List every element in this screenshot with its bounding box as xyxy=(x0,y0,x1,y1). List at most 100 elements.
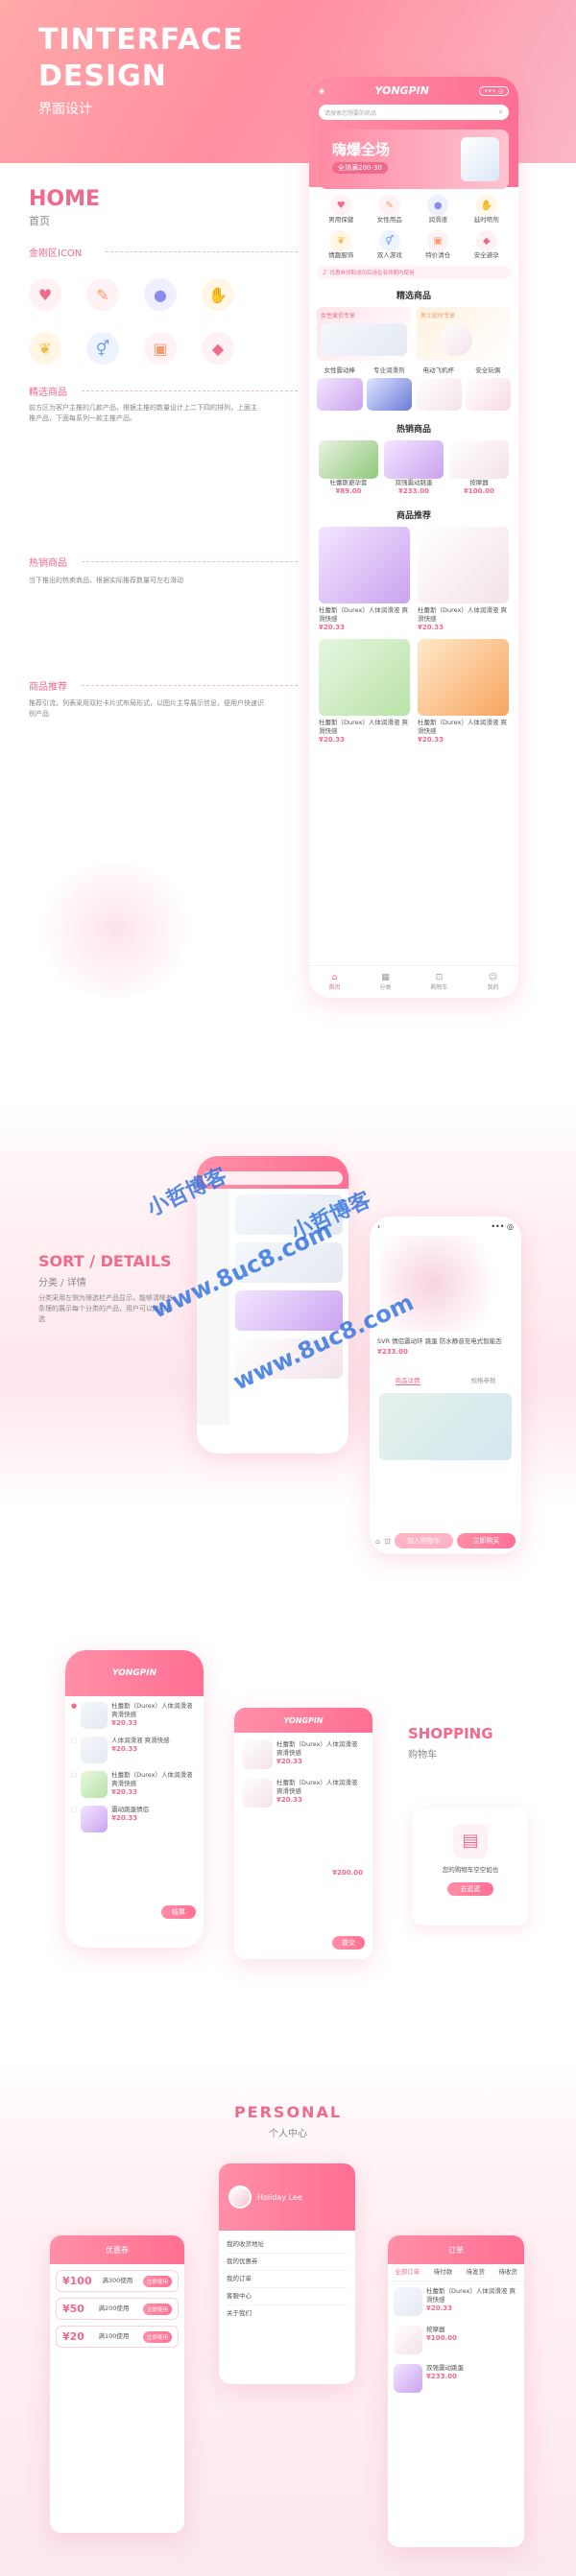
coupon-card[interactable]: ¥100 满300使用 立即使用 xyxy=(56,2270,179,2292)
banner[interactable]: 嗨爆全场 全场满200-30 xyxy=(319,130,509,189)
category-grid: ♥ 男用保健 ✎ 女性用品 ● 润滑液 ✋ 延时喷剂 ❦ 情趣服饰 ⚥ 双人游戏 ▣ 特价清仓… xyxy=(309,187,518,260)
tab-specs[interactable]: 规格参数 xyxy=(471,1375,496,1385)
coupon-amount: ¥20 xyxy=(62,2330,84,2343)
category-item[interactable]: ▣ 特价清仓 xyxy=(414,230,463,260)
notice-bar[interactable]: ♪ 优惠券领取成功后请在有效期内使用 xyxy=(317,266,511,279)
cart-item[interactable]: ○ 人体润滑液 爽滑快感 ¥20.33 xyxy=(71,1737,198,1763)
cart-item-image xyxy=(81,1771,108,1798)
tongue-icon: ✎ xyxy=(86,278,119,311)
coupon-card[interactable]: ¥50 满200使用 立即使用 xyxy=(56,2298,179,2320)
rec-card-price: ¥20.33 xyxy=(319,736,346,744)
rec-card[interactable]: 杜蕾斯（Durex）人体润滑液 爽滑快感 ¥20.33 xyxy=(319,527,410,631)
tab-cart[interactable]: ⊡ 购物车 xyxy=(430,973,447,991)
order-row-name: 杜蕾斯（Durex）人体润滑液 爽滑快感 xyxy=(426,2287,516,2304)
rec-card-price: ¥20.33 xyxy=(418,624,444,631)
featured-item[interactable]: 女性震动棒 xyxy=(317,366,363,411)
search-icon[interactable]: ⌕ xyxy=(499,107,503,117)
category-label: 特价清仓 xyxy=(425,251,451,259)
menu-item[interactable]: 我的收货地址 xyxy=(227,2236,348,2254)
category-item[interactable]: ❦ 情趣服饰 xyxy=(317,230,366,260)
order-row[interactable]: 按摩器 ¥100.00 xyxy=(394,2326,518,2354)
tab-unshipped[interactable]: 待发货 xyxy=(466,2268,485,2277)
tab-mine[interactable]: ☺ 我的 xyxy=(487,973,498,991)
radio-icon[interactable]: ○ xyxy=(71,1771,77,1798)
featured-item-label: 电动飞机杯 xyxy=(422,366,455,374)
radio-icon[interactable]: ○ xyxy=(71,1737,77,1763)
more-icon[interactable]: ••• ◎ xyxy=(491,1222,514,1231)
tab-unpaid[interactable]: 待付款 xyxy=(434,2268,453,2277)
cart-icon[interactable]: ⊡ xyxy=(384,1537,391,1546)
home-icon[interactable]: ⌂ xyxy=(375,1537,380,1546)
rec-card[interactable]: 杜蕾斯（Durex）人体润滑液 爽滑快感 ¥20.33 xyxy=(319,639,410,744)
detail-price: ¥233.00 xyxy=(377,1348,408,1356)
coupon-use-button[interactable]: 立即使用 xyxy=(142,2330,172,2343)
avatar[interactable] xyxy=(228,2186,252,2209)
add-cart-button[interactable]: 加入购物车 xyxy=(394,1533,453,1548)
submit-button[interactable]: 提交 xyxy=(332,1936,365,1950)
featured-item[interactable]: 专业润滑剂 xyxy=(366,366,412,411)
tab-label: 分类 xyxy=(379,984,392,991)
heart-lips-icon: ♥ xyxy=(29,278,61,311)
order-row[interactable]: 双强震动跳蛋 ¥233.00 xyxy=(394,2364,518,2393)
featured-card[interactable]: 男士延时专享 xyxy=(417,307,511,361)
rec-title: 商品推荐 xyxy=(396,511,431,521)
buy-now-button[interactable]: 立即购买 xyxy=(456,1533,516,1548)
hot-label: 热销商品 xyxy=(29,558,67,569)
rec-label: 商品推荐 xyxy=(29,682,67,693)
featured-card[interactable]: 女性爱侣专享 xyxy=(317,307,411,361)
cart-item[interactable]: ○ 杜蕾斯（Durex）人体润滑液 爽滑快感 ¥20.33 xyxy=(71,1771,198,1798)
featured-item[interactable]: 电动飞机杯 xyxy=(416,366,462,411)
tab-unreceived[interactable]: 待收货 xyxy=(498,2268,517,2277)
menu-item[interactable]: 客服中心 xyxy=(227,2288,348,2305)
hot-item[interactable]: 双强震动跳蛋 ¥233.00 xyxy=(384,440,444,495)
divider xyxy=(82,561,298,562)
coupon-list: ¥100 满300使用 立即使用 ¥50 满200使用 立即使用 ¥20 满10… xyxy=(50,2264,184,2353)
order-item-image xyxy=(242,1740,273,1769)
search-input[interactable]: 请搜索您想要的商品 ⌕ xyxy=(319,105,509,120)
category-item[interactable]: ⚥ 双人游戏 xyxy=(366,230,415,260)
featured-item[interactable]: 安全玩偶 xyxy=(465,366,511,411)
back-icon[interactable]: ‹ xyxy=(377,1222,380,1231)
hot-item[interactable]: 杜蕾斯避孕套 ¥89.00 xyxy=(319,440,378,495)
category-item[interactable]: ● 润滑液 xyxy=(414,195,463,225)
rec-card[interactable]: 杜蕾斯（Durex）人体润滑液 爽滑快感 ¥20.33 xyxy=(418,527,509,631)
coupon-phone: 优惠券 ¥100 满300使用 立即使用 ¥50 满200使用 立即使用 ¥20… xyxy=(50,2235,184,2533)
rec-card-image xyxy=(418,639,509,716)
menu-item[interactable]: 我的优惠券 xyxy=(227,2254,348,2271)
featured-card-image xyxy=(440,323,472,356)
radio-icon[interactable]: ○ xyxy=(71,1806,77,1832)
coupon-card[interactable]: ¥20 满100使用 立即使用 xyxy=(56,2326,179,2348)
tab-category[interactable]: ▦ 分类 xyxy=(379,973,391,991)
orders-header: 订单 xyxy=(388,2235,524,2264)
home-subtitle: 首页 xyxy=(29,215,50,227)
tab-details[interactable]: 商品详情 xyxy=(395,1375,420,1385)
order-row[interactable]: 杜蕾斯（Durex）人体润滑液 爽滑快感 ¥20.33 xyxy=(394,2287,518,2316)
menu-item[interactable]: 我的订单 xyxy=(227,2271,348,2288)
menu-icon[interactable]: ••• ◎ xyxy=(479,85,509,96)
personal-subtitle: 个人中心 xyxy=(269,2129,307,2139)
menu-item[interactable]: 关于我们 xyxy=(227,2305,348,2322)
checkout-button[interactable]: 结算 xyxy=(161,1905,196,1919)
rec-card[interactable]: 杜蕾斯（Durex）人体润滑液 爽滑快感 ¥20.33 xyxy=(418,639,509,744)
coupon-use-button[interactable]: 立即使用 xyxy=(142,2275,172,2287)
cart-item[interactable]: ● 杜蕾斯（Durex）人体润滑液 爽滑快感 ¥20.33 xyxy=(71,1702,198,1729)
coupon-desc: 满100使用 xyxy=(98,2332,130,2340)
sort-sidebar xyxy=(197,1189,229,1425)
order-item[interactable]: 杜蕾斯（Durex）人体润滑液 爽滑快感 ¥20.33 xyxy=(242,1740,365,1769)
tab-all-orders[interactable]: 全部订单 xyxy=(395,2268,420,2277)
home-icon: ⌂ xyxy=(331,973,338,982)
location-icon[interactable]: ◉ xyxy=(319,87,324,95)
cart-phone-header: YONGPIN xyxy=(65,1650,204,1696)
coupon-use-button[interactable]: 立即使用 xyxy=(142,2303,172,2315)
category-item[interactable]: ♥ 男用保健 xyxy=(317,195,366,225)
banner-product-image xyxy=(461,137,499,181)
category-item[interactable]: ✋ 延时喷剂 xyxy=(463,195,512,225)
cart-item[interactable]: ○ 震动跳蛋情侣 ¥20.33 xyxy=(71,1806,198,1832)
category-item[interactable]: ◆ 安全避孕 xyxy=(463,230,512,260)
hot-item[interactable]: 按摩器 ¥100.00 xyxy=(449,440,509,495)
tab-home[interactable]: ⌂ 首页 xyxy=(328,973,340,991)
order-item[interactable]: 杜蕾斯（Durex）人体润滑液 爽滑快感 ¥20.33 xyxy=(242,1779,365,1808)
category-item[interactable]: ✎ 女性用品 xyxy=(366,195,415,225)
radio-icon[interactable]: ● xyxy=(71,1702,77,1729)
go-shop-button[interactable]: 去逛逛 xyxy=(447,1882,493,1896)
